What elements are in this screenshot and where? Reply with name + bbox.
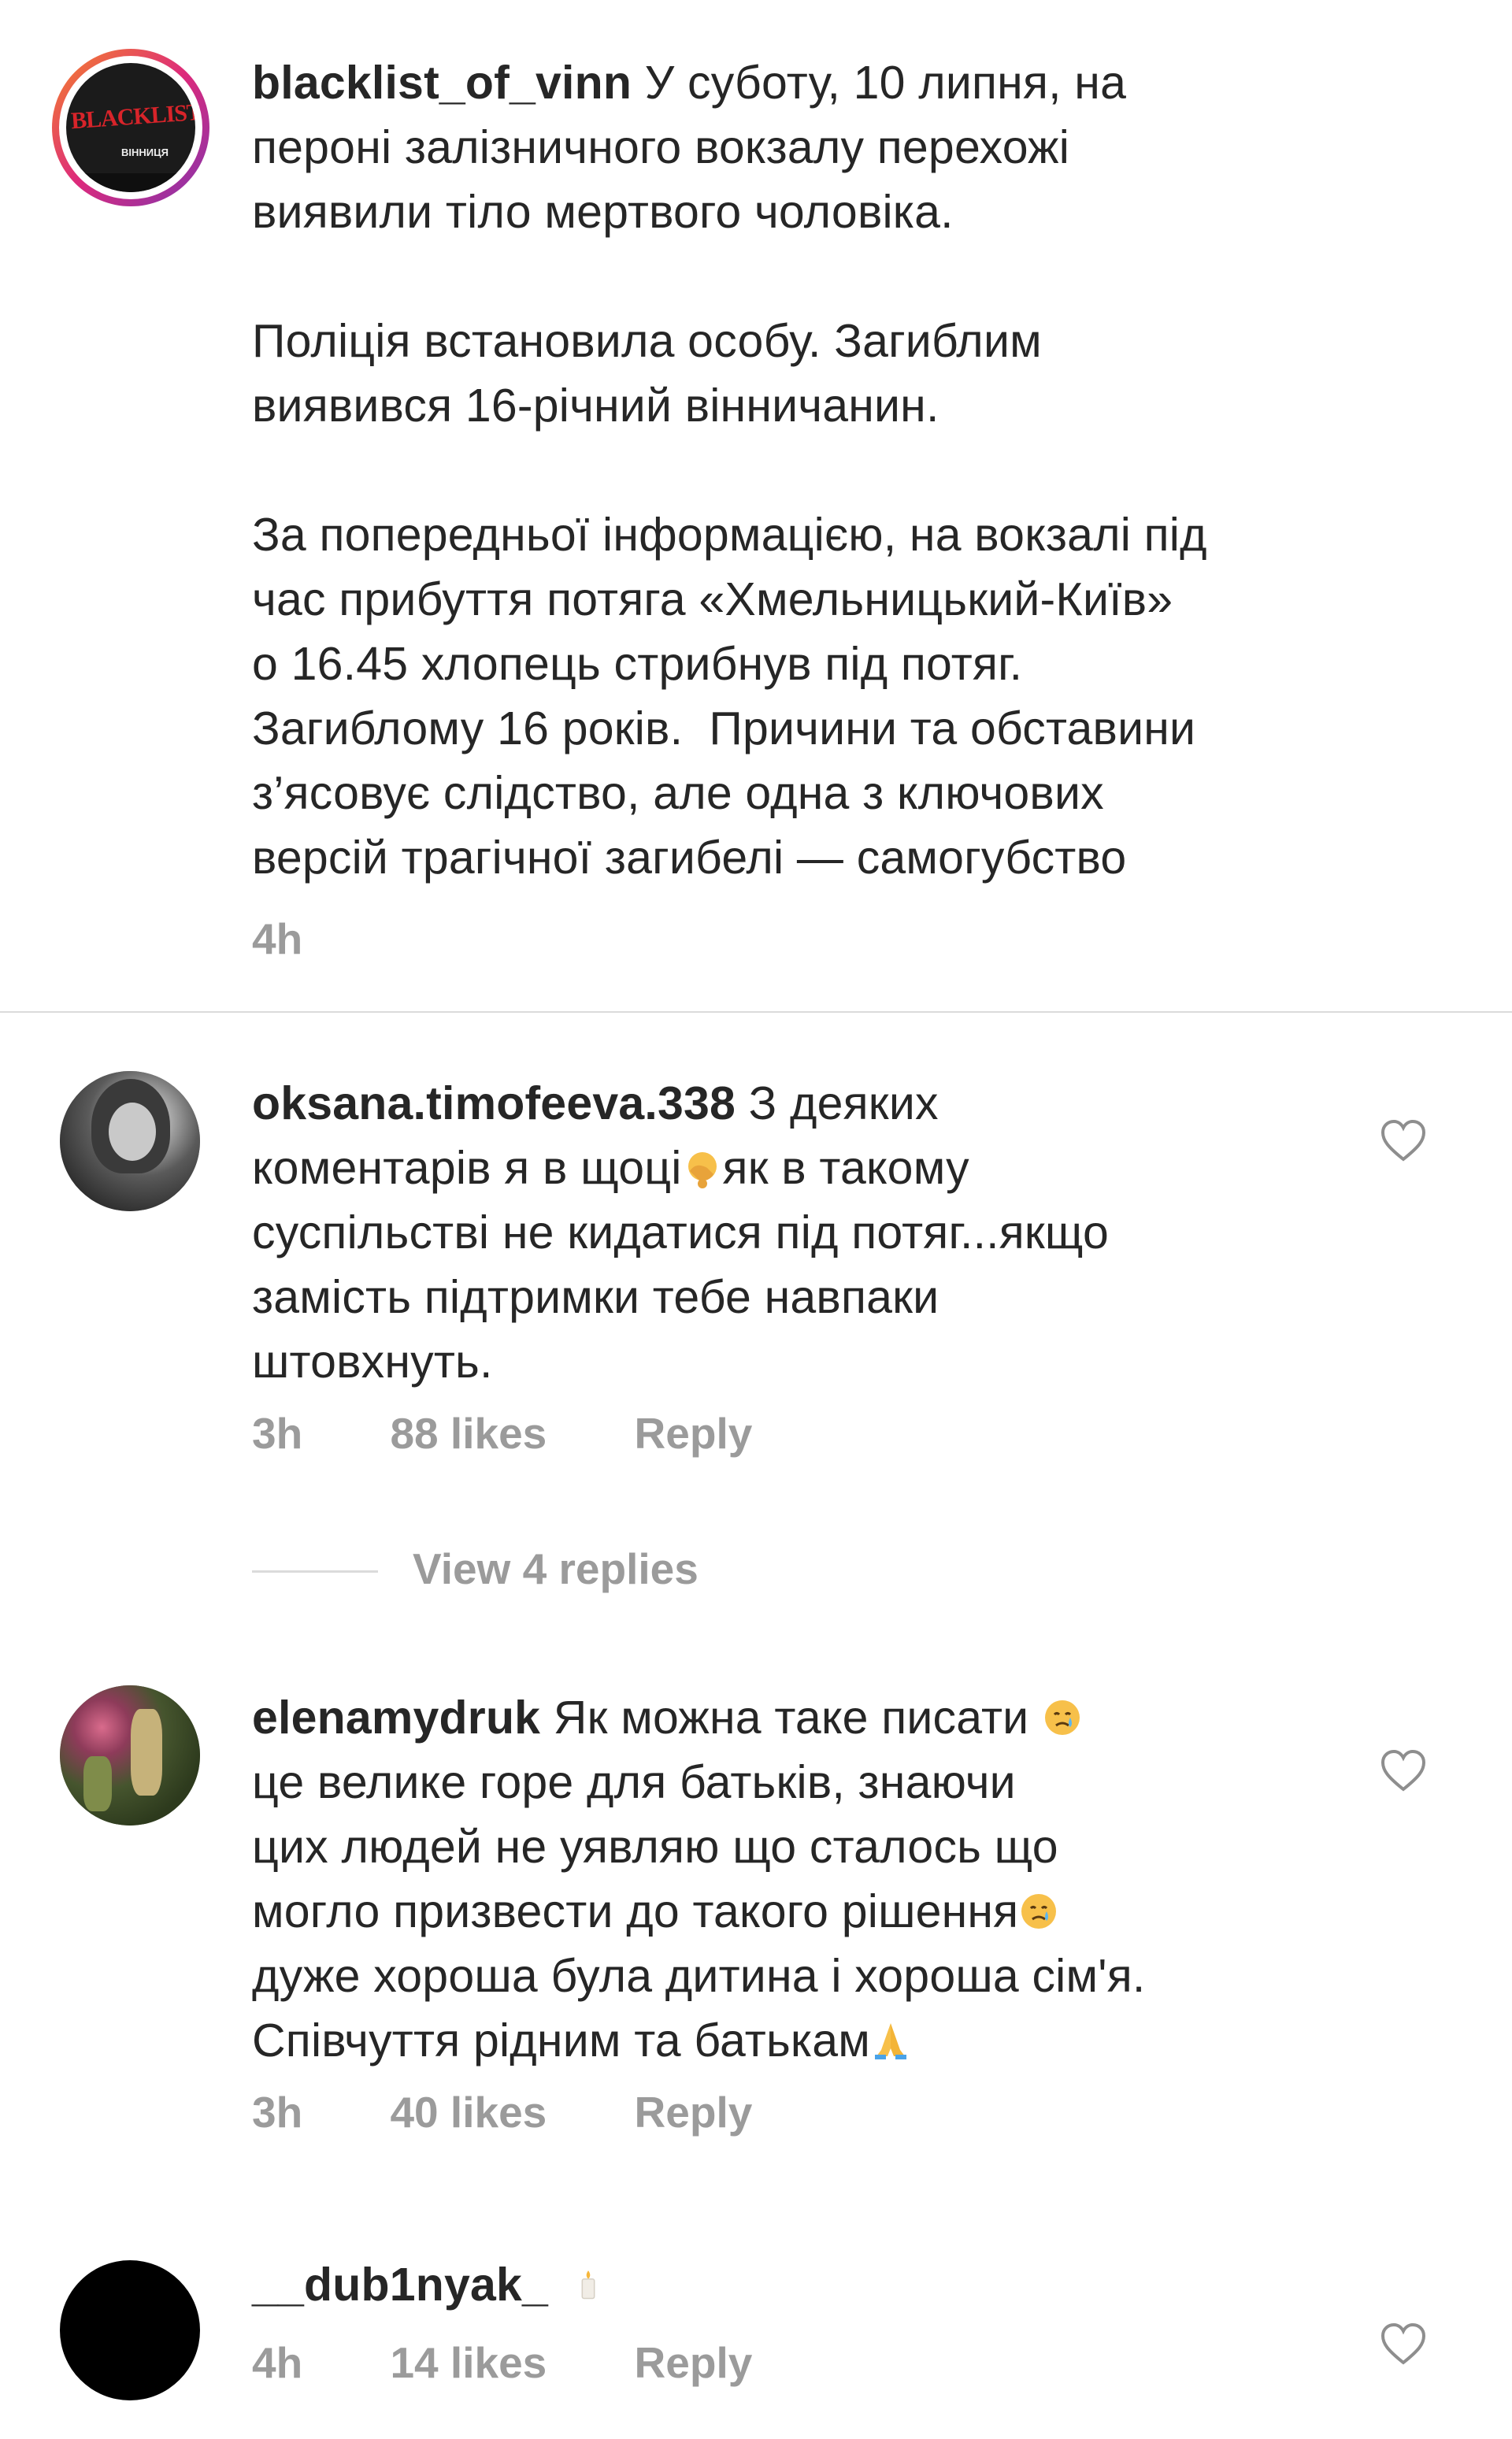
avatar-logo-subtext: ВІННИЦЯ	[121, 146, 169, 158]
comment-username[interactable]: elenamydruk	[252, 1692, 540, 1744]
comment-item: elenamydruk Як можна таке писати це вели…	[0, 1677, 1512, 2181]
comment-body-2: це велике горе для батьків, знаючи цих л…	[252, 1756, 1058, 1937]
face-palm-emoji-icon	[687, 1152, 717, 1188]
caption-time: 4h	[252, 914, 303, 963]
comment-time: 3h	[252, 1409, 303, 1458]
replies-line	[252, 1570, 378, 1573]
divider	[0, 1011, 1512, 1013]
comment-likes[interactable]: 40 likes	[390, 2087, 547, 2137]
comment-meta: 4h 14 likes Reply	[252, 2337, 752, 2388]
candle-emoji-icon	[581, 2270, 595, 2300]
comment-item: __dub1nyak_ 4h 14 likes Reply	[0, 2237, 1512, 2439]
comment-body-1: Як можна таке писати	[553, 1692, 1029, 1744]
comment-text: elenamydruk Як можна таке писати це вели…	[252, 1685, 1370, 2073]
heart-icon[interactable]	[1380, 1748, 1427, 1792]
comment-meta: 3h 40 likes Reply	[252, 2087, 752, 2137]
caption-paragraph-2: Поліція встановила особу. Загиблим вияви…	[252, 315, 1042, 432]
comment-likes[interactable]: 14 likes	[390, 2337, 547, 2388]
reply-button[interactable]: Reply	[635, 2337, 753, 2388]
praying-hands-emoji-icon	[875, 2023, 906, 2059]
comment-username[interactable]: oksana.timofeeva.338	[252, 1077, 736, 1129]
comment-likes[interactable]: 88 likes	[390, 1408, 547, 1459]
reply-button[interactable]: Reply	[635, 1408, 753, 1459]
reply-button[interactable]: Reply	[635, 2087, 753, 2137]
crying-face-emoji-icon	[1044, 1700, 1080, 1735]
caption-paragraph-3: За попередньої інформацією, на вокзалі п…	[252, 509, 1207, 884]
avatar[interactable]	[60, 1685, 200, 1826]
heart-icon[interactable]	[1380, 2322, 1427, 2366]
avatar[interactable]	[60, 2260, 200, 2400]
comment-body-3: дуже хороша була дитина і хороша сім'я. …	[252, 1950, 1146, 2066]
caption-block: BLACKLIST ВІННИЦЯ blacklist_of_vinn У су…	[0, 0, 1512, 984]
comment-text: oksana.timofeeva.338 З деяких коментарів…	[252, 1071, 1339, 1394]
caption-text: blacklist_of_vinn У суботу, 10 липня, на…	[252, 50, 1386, 890]
comment-time: 3h	[252, 2088, 303, 2137]
comment-meta: 3h 88 likes Reply	[252, 1408, 752, 1459]
comment-item: oksana.timofeeva.338 З деяких коментарів…	[0, 1055, 1512, 1593]
view-replies-button[interactable]: View 4 replies	[413, 1544, 699, 1594]
comment-time: 4h	[252, 2338, 303, 2387]
avatar[interactable]	[60, 1071, 200, 1211]
avatar-logo-text: BLACKLIST	[69, 98, 195, 135]
avatar[interactable]: BLACKLIST ВІННИЦЯ	[52, 49, 209, 206]
crying-face-emoji-icon	[1021, 1894, 1057, 1929]
comment-username[interactable]: __dub1nyak_	[252, 2259, 548, 2311]
comment-text: __dub1nyak_	[252, 2252, 1386, 2317]
heart-icon[interactable]	[1380, 1118, 1427, 1162]
caption-username[interactable]: blacklist_of_vinn	[252, 57, 632, 109]
